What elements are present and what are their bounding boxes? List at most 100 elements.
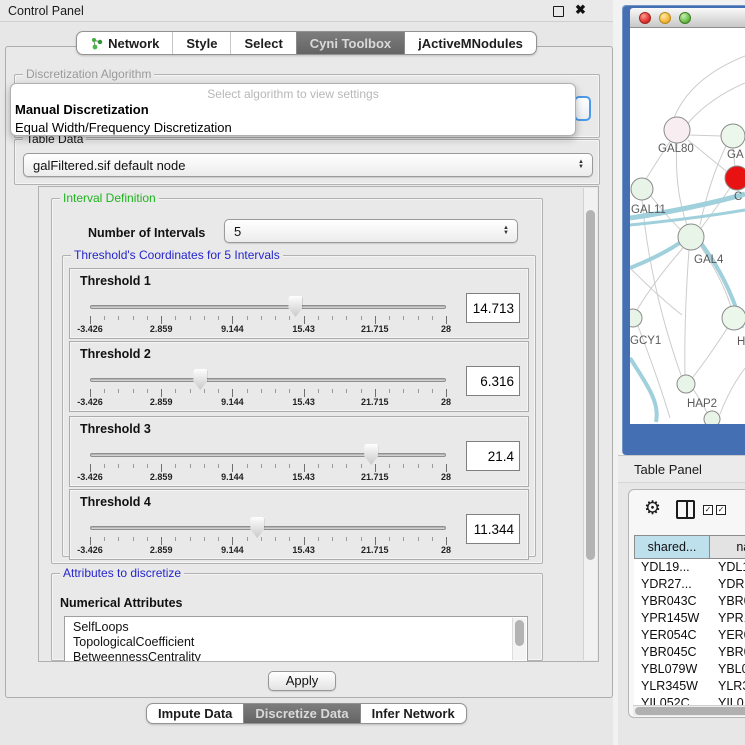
threshold-value-field[interactable] [466, 293, 520, 323]
column-header[interactable]: name [710, 535, 745, 559]
tab-infer-network[interactable]: Infer Network [360, 704, 466, 723]
table-hscrollbar[interactable] [633, 705, 745, 716]
numerical-attributes-list[interactable]: SelfLoopsTopologicalCoefficientBetweenne… [64, 616, 528, 662]
algorithm-option[interactable]: Equal Width/Frequency Discretization [11, 119, 575, 136]
tab-cyni-toolbox[interactable]: Cyni Toolbox [296, 32, 404, 54]
threshold-panel: Threshold 3-3.4262.8599.14415.4321.71528 [69, 416, 529, 487]
slider-track[interactable] [90, 526, 446, 530]
threshold-value-field[interactable] [466, 514, 520, 544]
network-node[interactable] [630, 309, 642, 327]
tab-label: Network [108, 36, 159, 51]
threshold-label: Threshold 4 [80, 495, 151, 509]
group-title: Interval Definition [60, 191, 159, 206]
tab-label: Impute Data [158, 706, 232, 721]
node-label: GAL80 [658, 143, 694, 155]
table-row[interactable]: YBR043CYBR0 [634, 593, 745, 610]
zoom-traffic-light-icon[interactable] [679, 12, 691, 24]
table-row[interactable]: YBL079WYBL0 [634, 661, 745, 678]
network-node[interactable] [725, 166, 745, 190]
table-cell: YDR2 [710, 576, 745, 593]
table-row[interactable]: YLR345WYLR3 [634, 678, 745, 695]
tick-label: -3.426 [77, 324, 103, 334]
tab-label: Style [186, 36, 217, 51]
scrollbar-thumb[interactable] [515, 620, 524, 646]
checkbox-icon[interactable]: ✓ [716, 505, 726, 515]
table-row[interactable]: YDR27...YDR2 [634, 576, 745, 593]
table-row[interactable]: YBR045CYBR0 [634, 644, 745, 661]
network-canvas[interactable]: GAL80GACGAL11GAL4GCY1HHAP2 [630, 28, 745, 424]
slider-ticks [90, 464, 446, 472]
table-row[interactable]: YIL052CYIL0 [634, 695, 745, 705]
scrollbar-thumb[interactable] [635, 707, 745, 715]
threshold-value-field[interactable] [466, 441, 520, 471]
tab-jactivemnodules[interactable]: jActiveMNodules [404, 32, 536, 54]
table-cell: YIL0 [710, 695, 745, 705]
table-cell: YER054C [634, 627, 710, 644]
gear-icon[interactable]: ⚙ [644, 498, 661, 520]
table-row[interactable]: YER054CYER0 [634, 627, 745, 644]
close-traffic-light-icon[interactable] [639, 12, 651, 24]
network-node[interactable] [704, 411, 720, 424]
slider-handle[interactable] [288, 296, 302, 317]
group-title: Discretization Algorithm [23, 67, 154, 82]
network-node[interactable] [678, 224, 704, 250]
tab-select[interactable]: Select [230, 32, 295, 54]
group-title: Attributes to discretize [60, 566, 184, 581]
node-table: ⚙ ✓ ✓ shared...name YDL19...YDL1YDR27...… [628, 489, 745, 718]
tab-impute-data[interactable]: Impute Data [147, 704, 243, 723]
tick-label: 28 [441, 324, 451, 334]
tick-label: 28 [441, 397, 451, 407]
slider-handle[interactable] [193, 369, 207, 390]
column-header[interactable]: shared... [634, 535, 710, 559]
network-node[interactable] [664, 117, 690, 143]
split-columns-icon[interactable] [676, 500, 695, 519]
slider-ticks [90, 537, 446, 545]
threshold-value-field[interactable] [466, 366, 520, 396]
num-intervals-combo[interactable]: 5 ▲▼ [224, 219, 518, 243]
table-row[interactable]: YDL19...YDL1 [634, 559, 745, 576]
algorithm-combo-stepper[interactable] [574, 96, 591, 121]
tick-label: -3.426 [77, 472, 103, 482]
slider-handle[interactable] [250, 517, 264, 538]
slider-handle[interactable] [364, 444, 378, 465]
tick-label: 28 [441, 472, 451, 482]
network-node[interactable] [722, 306, 745, 330]
apply-button[interactable]: Apply [268, 671, 336, 691]
attribute-item[interactable]: TopologicalCoefficient [65, 635, 527, 650]
attribute-item[interactable]: SelfLoops [65, 617, 527, 635]
scrollbar-thumb[interactable] [586, 210, 595, 560]
tick-label: 21.715 [361, 472, 389, 482]
slider-ticks [90, 389, 446, 397]
algorithm-option[interactable]: Manual Discretization [11, 101, 575, 119]
interval-definition-group: Interval Definition Number of Intervals … [51, 198, 543, 564]
network-node[interactable] [631, 178, 653, 200]
panel-title: Control Panel [0, 4, 84, 18]
settings-scrollbar[interactable] [583, 188, 597, 660]
minimize-traffic-light-icon[interactable] [659, 12, 671, 24]
list-scrollbar[interactable] [512, 618, 526, 660]
table-data-combo-value: galFiltered.sif default node [33, 158, 185, 173]
table-header-row: shared...name [634, 535, 745, 559]
node-label: GAL11 [631, 204, 666, 216]
stepper-icon: ▲▼ [503, 226, 509, 236]
tab-discretize-data[interactable]: Discretize Data [243, 704, 359, 723]
slider-track[interactable] [90, 453, 446, 457]
float-window-icon[interactable] [553, 6, 564, 17]
table-cell: YDL1 [710, 559, 745, 576]
tick-label: 15.43 [292, 324, 315, 334]
table-row[interactable]: YPR145WYPR1 [634, 610, 745, 627]
tab-network[interactable]: Network [77, 32, 172, 54]
checkbox-icon[interactable]: ✓ [703, 505, 713, 515]
tick-label: 9.144 [221, 324, 244, 334]
table-cell: YBR043C [634, 593, 710, 610]
network-node[interactable] [677, 375, 695, 393]
slider-track[interactable] [90, 378, 446, 382]
table-data-combo[interactable]: galFiltered.sif default node ▲▼ [23, 153, 593, 177]
slider-track[interactable] [90, 305, 446, 309]
attribute-item[interactable]: BetweennessCentrality [65, 650, 527, 662]
close-icon[interactable]: ✖ [575, 2, 586, 18]
network-node[interactable] [721, 124, 745, 148]
num-intervals-label: Number of Intervals [88, 226, 205, 240]
tab-style[interactable]: Style [172, 32, 230, 54]
network-graph-icon [90, 37, 103, 50]
